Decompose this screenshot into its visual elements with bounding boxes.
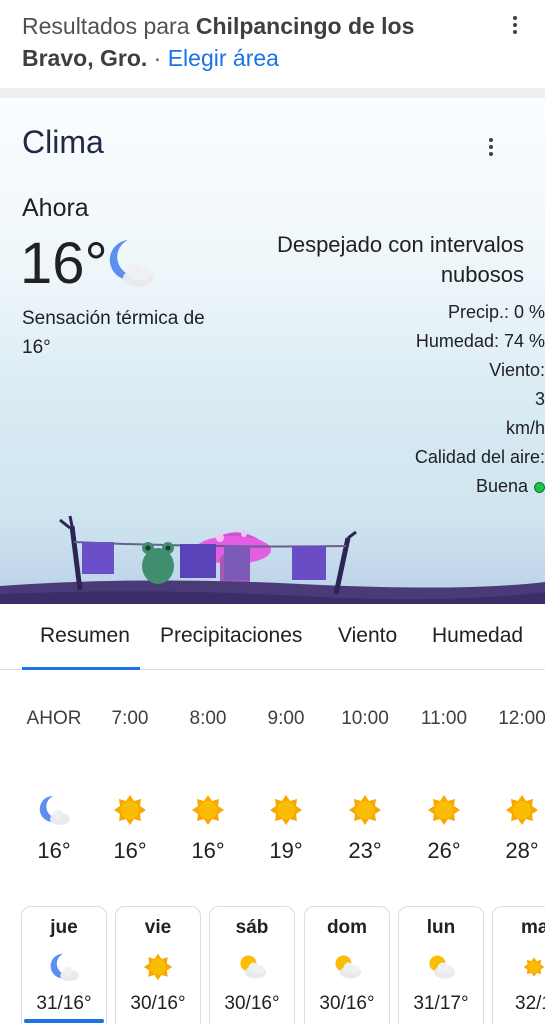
sun-cloud-icon — [210, 949, 294, 985]
day-name: dom — [326, 917, 368, 938]
current-temperature: 16° — [20, 231, 108, 296]
day-name: ma — [521, 917, 545, 938]
weather-illustration — [0, 508, 545, 604]
precip-stat: Precip.: 0 % — [447, 302, 545, 322]
day-card-jue[interactable]: jue 31/16° — [21, 906, 107, 1024]
moon-cloud-icon — [109, 240, 153, 287]
tab-precipitaciones[interactable]: Precipitaciones — [160, 624, 302, 648]
air-quality-label: Calidad del aire: — [414, 447, 545, 467]
day-name: lun — [426, 917, 456, 938]
sun-icon — [409, 792, 479, 828]
moon-cloud-icon — [19, 792, 89, 828]
weather-tabs: Resumen Precipitaciones Viento Humedad — [0, 604, 545, 670]
hour-temp: 16° — [113, 838, 147, 863]
hour-time: 10:00 — [341, 708, 389, 729]
day-temp: 31/16° — [36, 993, 92, 1014]
day-temp: 30/16° — [319, 993, 375, 1014]
now-label: Ahora — [22, 194, 89, 222]
selected-day-indicator — [24, 1019, 104, 1023]
day-card-dom[interactable]: dom 30/16° — [304, 906, 390, 1024]
hour-time: 8:00 — [189, 708, 227, 729]
humidity-stat: Humedad: 74 % — [415, 331, 545, 351]
day-card-vie[interactable]: vie 30/16° — [115, 906, 201, 1024]
choose-area-link[interactable]: Elegir área — [168, 45, 279, 71]
day-temp: 31/17° — [413, 993, 469, 1014]
divider — [0, 88, 545, 98]
sun-cloud-icon — [305, 949, 389, 985]
results-text: Resultados para Chilpancingo de los Brav… — [22, 10, 492, 74]
day-temp: 32/1 — [515, 993, 545, 1014]
day-name: jue — [50, 917, 78, 938]
hour-time: 11:00 — [420, 708, 468, 729]
day-name: sáb — [235, 917, 269, 938]
day-name: vie — [144, 917, 172, 938]
sun-icon — [173, 792, 243, 828]
hour-temp: 16° — [191, 838, 225, 863]
results-prefix: Resultados para — [22, 13, 196, 39]
day-temp: 30/16° — [130, 993, 186, 1014]
air-quality-value: Buena — [475, 476, 528, 496]
active-tab-indicator — [22, 667, 140, 670]
feels-like: Sensación térmica de 16° — [22, 308, 205, 358]
hour-time: 7:00 — [111, 708, 149, 729]
condition-text: Despejado con intervalos nubosos — [276, 232, 524, 287]
air-quality-dot — [534, 481, 545, 493]
sun-icon — [330, 792, 400, 828]
sun-icon — [493, 949, 545, 985]
weather-stats: Precip.: 0 % Humedad: 74 % Viento: 3 km/… — [300, 298, 545, 501]
card-more-options-icon[interactable] — [481, 134, 501, 160]
sun-icon — [116, 949, 200, 985]
day-card-sab[interactable]: sáb 30/16° — [209, 906, 295, 1024]
results-separator: · — [147, 45, 168, 71]
sun-icon — [95, 792, 165, 828]
hour-temp: 28° — [505, 838, 539, 863]
hour-temp: 26° — [427, 838, 461, 863]
hour-temp: 16° — [37, 838, 71, 863]
sun-icon — [487, 792, 545, 828]
hour-time: 9:00 — [267, 708, 305, 729]
hour-time: AHOR — [26, 708, 82, 729]
air-quality-row: Buena — [300, 472, 545, 501]
hour-temp: 23° — [348, 838, 382, 863]
weather-card: Clima Ahora 16° Sensación térmica de 16°… — [0, 98, 545, 604]
results-header: Resultados para Chilpancingo de los Brav… — [0, 0, 545, 88]
day-card-lun[interactable]: lun 31/17° — [398, 906, 484, 1024]
tab-viento[interactable]: Viento — [338, 624, 397, 648]
more-options-icon[interactable] — [505, 12, 525, 38]
day-temp: 30/16° — [224, 993, 280, 1014]
day-card-mar[interactable]: ma 32/1 — [492, 906, 545, 1024]
wind-label: Viento: — [489, 360, 545, 380]
tab-humedad[interactable]: Humedad — [432, 624, 523, 648]
moon-cloud-icon — [22, 949, 106, 985]
sun-cloud-icon — [399, 949, 483, 985]
hour-time: 12:00 — [498, 708, 545, 729]
tab-resumen[interactable]: Resumen — [40, 624, 130, 648]
hour-temp: 19° — [269, 838, 303, 863]
card-title: Clima — [22, 124, 104, 160]
wind-value: 3 — [534, 389, 545, 409]
sun-icon — [251, 792, 321, 828]
wind-unit: km/h — [505, 418, 545, 438]
